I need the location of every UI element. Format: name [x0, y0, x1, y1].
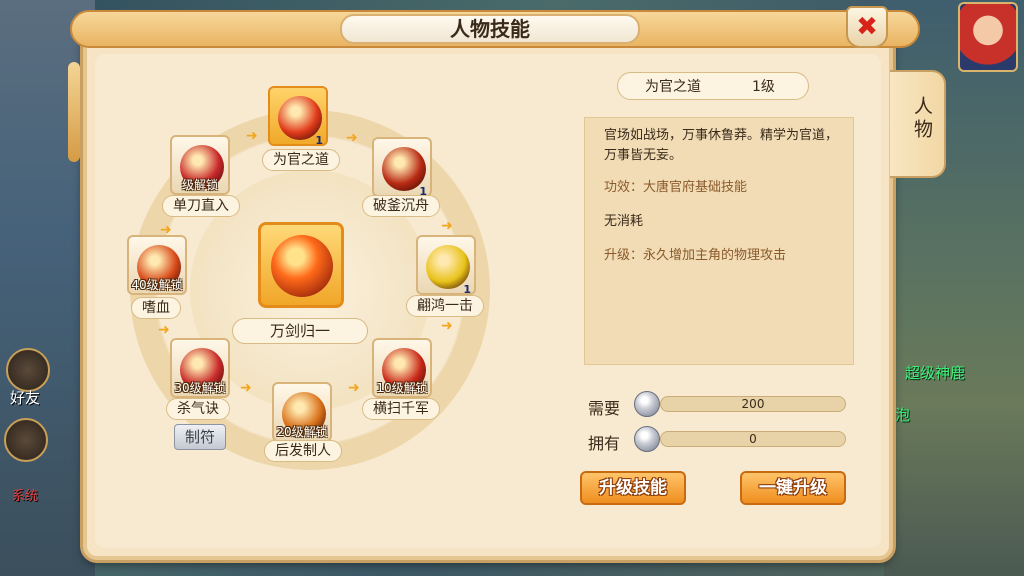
ultimate-skill-slot[interactable]	[258, 222, 344, 308]
selected-skill-level: 1级	[752, 79, 775, 95]
skill-slot-4[interactable]: 10级解锁	[372, 338, 432, 398]
skill-description: 官场如战场，万事休鲁莽。精学为官道，万事皆无妄。	[604, 128, 839, 163]
sword-icon	[271, 235, 333, 297]
skill-name-label: 为官之道	[262, 149, 340, 171]
craft-talisman-button[interactable]: 制符	[174, 424, 226, 450]
ultimate-skill-name: 万剑归一	[232, 318, 368, 344]
have-label: 拥有	[588, 434, 621, 453]
arrow-icon: ➜	[240, 380, 252, 396]
skill-name-label: 翩鸿一击	[406, 295, 484, 317]
unlock-requirement: 20级解锁	[276, 425, 328, 439]
close-button[interactable]: ✖	[846, 6, 888, 48]
chat-icon[interactable]	[4, 418, 48, 462]
arrow-icon: ➜	[246, 128, 258, 144]
unlock-requirement: 30级解锁	[174, 381, 226, 395]
arrow-icon: ➜	[160, 222, 172, 238]
npc-name-label: 超级神鹿	[905, 364, 966, 382]
skill-slot-3[interactable]: 1	[416, 235, 476, 296]
silver-coin-icon	[634, 426, 660, 452]
friends-button[interactable]	[6, 348, 50, 392]
system-channel-label: 系统	[12, 489, 39, 504]
unlock-requirement: 40级解锁	[131, 278, 183, 292]
skill-slot-7[interactable]: 40级解锁	[127, 235, 187, 295]
arrow-icon: ➜	[441, 218, 453, 234]
player-portrait[interactable]	[958, 2, 1018, 72]
skill-upgrade-info: 升级：永久增加主角的物理攻击	[604, 248, 787, 263]
window-title: 人物技能	[450, 17, 530, 41]
skill-name-label: 单刀直入	[162, 195, 240, 217]
arrow-icon: ➜	[348, 380, 360, 396]
tab-character-label: 人物	[911, 96, 933, 142]
unlock-requirement: 级解锁	[181, 178, 218, 192]
skill-cost: 无消耗	[604, 214, 644, 229]
skill-name-label: 后发制人	[264, 440, 342, 462]
friends-label: 好友	[10, 389, 41, 407]
skill-slot-5[interactable]: 20级解锁	[272, 382, 332, 442]
have-value: 0	[660, 431, 846, 447]
one-key-upgrade-button[interactable]: 一键升级	[740, 471, 846, 505]
skill-effect: 功效：大唐官府基础技能	[604, 180, 748, 195]
skill-slot-8[interactable]: 级解锁	[170, 135, 230, 195]
skill-slot-2[interactable]: 1	[372, 137, 432, 198]
arrow-icon: ➜	[346, 130, 358, 146]
skill-level: 1	[315, 134, 323, 147]
tassel-decoration	[68, 62, 80, 162]
skill-name-label: 横扫千军	[362, 398, 440, 420]
skill-name-label: 杀气诀	[166, 398, 230, 420]
skill-name-label: 嗜血	[131, 297, 181, 319]
arrow-icon: ➜	[441, 318, 453, 334]
skill-name-label: 破釜沉舟	[362, 195, 440, 217]
need-value: 200	[660, 396, 846, 412]
close-icon: ✖	[856, 12, 878, 42]
silver-coin-icon	[634, 391, 660, 417]
arrow-icon: ➜	[158, 322, 170, 338]
need-label: 需要	[588, 399, 621, 418]
selected-skill-name: 为官之道	[645, 79, 701, 95]
skill-slot-6[interactable]: 30级解锁	[170, 338, 230, 398]
unlock-requirement: 10级解锁	[376, 381, 428, 395]
npc-name-label: 泡	[895, 406, 911, 424]
skill-slot-1[interactable]: 1	[268, 86, 328, 147]
upgrade-skill-button[interactable]: 升级技能	[580, 471, 686, 505]
